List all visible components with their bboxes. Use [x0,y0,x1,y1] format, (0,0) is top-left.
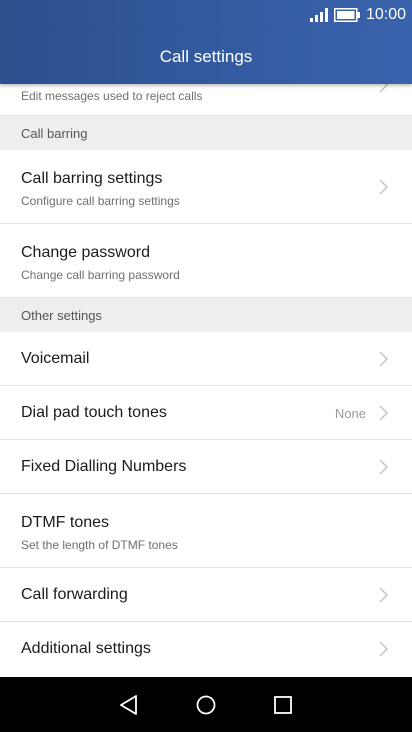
app-bar: Call settings [0,30,412,84]
chevron-right-icon [379,405,389,421]
home-icon[interactable] [195,694,217,716]
battery-icon [333,8,360,22]
recents-icon[interactable] [272,694,294,716]
navigation-bar [0,677,412,732]
signal-icon [309,8,328,22]
status-time: 10:00 [365,6,406,23]
list-item-value: None [334,406,366,421]
section-header-other-settings: Other settings [0,298,412,332]
list-item-title: Call forwarding [21,586,128,603]
list-item-title: Dial pad touch tones [21,404,167,421]
list-item-title: Additional settings [21,640,151,657]
chevron-right-icon [379,179,389,195]
list-item-call-barring-settings[interactable]: Call barring settings Configure call bar… [0,150,412,224]
list-item-secondary: Configure call barring settings [21,194,180,208]
list-item-title: Voicemail [21,350,90,367]
chevron-right-icon [379,587,389,603]
list-item-additional-settings[interactable]: Additional settings [0,622,412,676]
chevron-right-icon [379,459,389,475]
list-item-reject-messages[interactable]: Edit messages used to reject calls [0,77,412,116]
list-item-fixed-dialling-numbers[interactable]: Fixed Dialling Numbers [0,440,412,494]
list-item-call-forwarding[interactable]: Call forwarding [0,568,412,622]
back-icon[interactable] [118,694,140,716]
list-item-title: Fixed Dialling Numbers [21,458,187,475]
list-item-secondary: Edit messages used to reject calls [21,89,203,103]
settings-list: Edit messages used to reject calls Call … [0,77,412,676]
page-title: Call settings [159,47,253,66]
list-item-voicemail[interactable]: Voicemail [0,332,412,386]
list-item-dtmf-tones[interactable]: DTMF tones Set the length of DTMF tones [0,494,412,568]
list-item-secondary: Change call barring password [21,268,180,282]
chevron-right-icon [379,641,389,657]
section-header-call-barring: Call barring [0,116,412,150]
list-item-title: Change password [21,244,150,261]
list-item-secondary: Set the length of DTMF tones [21,538,178,552]
list-item-title: Call barring settings [21,170,163,187]
chevron-right-icon [379,351,389,367]
list-item-change-password[interactable]: Change password Change call barring pass… [0,224,412,298]
list-item-dial-pad-touch-tones[interactable]: Dial pad touch tones None [0,386,412,440]
list-item-title: DTMF tones [21,514,110,531]
status-bar: 10:00 [0,0,412,30]
